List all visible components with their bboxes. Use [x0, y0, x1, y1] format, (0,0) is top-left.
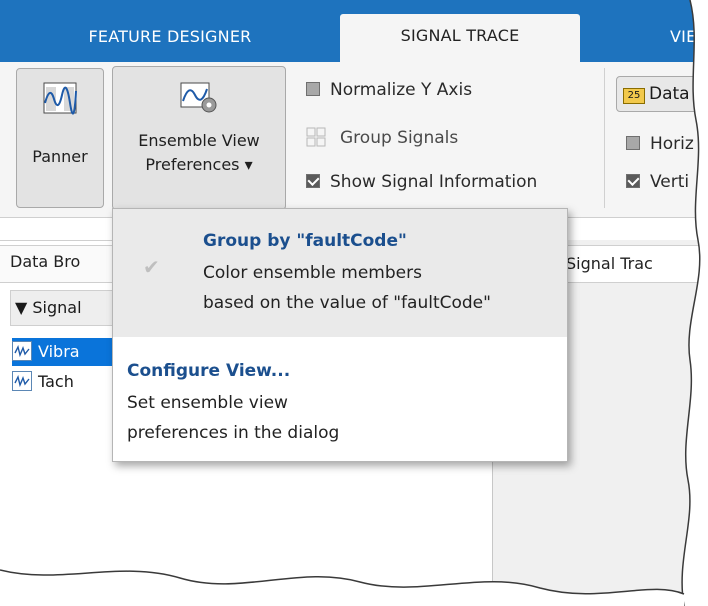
- group-signals-button[interactable]: Group Signals: [306, 126, 458, 150]
- data-cursor-label: Data: [649, 84, 690, 104]
- check-icon: ✔: [143, 255, 160, 279]
- checkbox-unchecked-icon: [306, 82, 320, 96]
- panner-icon: [43, 82, 77, 115]
- signal-trace-title: Signal Trac: [566, 254, 653, 273]
- tab-view[interactable]: VIE: [640, 22, 708, 66]
- signal-icon: [12, 371, 32, 391]
- ribbon-tab-strip: FEATURE DESIGNER SIGNAL TRACE VIE: [0, 0, 708, 68]
- tab-signal-trace[interactable]: SIGNAL TRACE: [340, 14, 580, 68]
- ensemble-view-preferences-button[interactable]: Ensemble View Preferences ▾: [112, 66, 286, 210]
- show-signal-information-label: Show Signal Information: [330, 172, 538, 192]
- ensemble-view-preferences-menu: ✔ Group by "faultCode" Color ensemble me…: [112, 208, 568, 462]
- panner-button[interactable]: Panner: [16, 68, 104, 208]
- menu-item-configure-view-title: Configure View...: [127, 361, 291, 381]
- menu-item-configure-view-desc-line2: preferences in the dialog: [127, 423, 340, 443]
- data-cursor-icon: 25: [623, 88, 645, 104]
- ensemble-view-label-line2: Preferences ▾: [145, 155, 253, 174]
- menu-item-group-by[interactable]: ✔ Group by "faultCode" Color ensemble me…: [113, 209, 567, 337]
- group-signals-label: Group Signals: [340, 128, 459, 148]
- horizontal-checkbox[interactable]: Horiz: [626, 132, 694, 156]
- data-cursor-button[interactable]: 25 Data: [616, 76, 708, 112]
- menu-item-group-by-title: Group by "faultCode": [203, 231, 407, 251]
- vertical-label: Verti: [650, 172, 690, 192]
- normalize-y-axis-checkbox[interactable]: Normalize Y Axis: [306, 78, 472, 102]
- signal-label: Tach: [38, 372, 74, 391]
- menu-item-configure-view-desc-line1: Set ensemble view: [127, 393, 288, 413]
- menu-item-group-by-desc-line1: Color ensemble members: [203, 263, 422, 283]
- checkbox-unchecked-icon: [626, 136, 640, 150]
- signal-icon: [12, 341, 32, 361]
- signal-row-tacho[interactable]: Tach: [12, 368, 74, 396]
- menu-item-configure-view[interactable]: Configure View... Set ensemble view pref…: [113, 337, 567, 461]
- show-signal-information-checkbox[interactable]: Show Signal Information: [306, 170, 537, 194]
- ribbon-separator: [604, 68, 605, 208]
- checkbox-checked-icon: [306, 174, 320, 188]
- checkbox-checked-icon: [626, 174, 640, 188]
- ensemble-view-label-line1: Ensemble View: [138, 131, 260, 150]
- panner-label: Panner: [32, 147, 88, 166]
- ribbon-toolstrip: Panner Ensemble View Preferences ▾ Norma…: [0, 62, 708, 218]
- menu-item-group-by-desc-line2: based on the value of "faultCode": [203, 293, 491, 313]
- tab-feature-designer[interactable]: FEATURE DESIGNER: [40, 22, 300, 66]
- normalize-y-axis-label: Normalize Y Axis: [330, 80, 473, 100]
- vertical-checkbox[interactable]: Verti: [626, 170, 689, 194]
- data-browser-title: Data Bro: [10, 252, 81, 271]
- horizontal-label: Horiz: [650, 134, 694, 154]
- signal-row-vibration[interactable]: Vibra: [12, 338, 122, 366]
- signal-label: Vibra: [38, 342, 80, 361]
- group-signals-icon: [306, 127, 326, 147]
- ensemble-view-icon: [180, 82, 217, 113]
